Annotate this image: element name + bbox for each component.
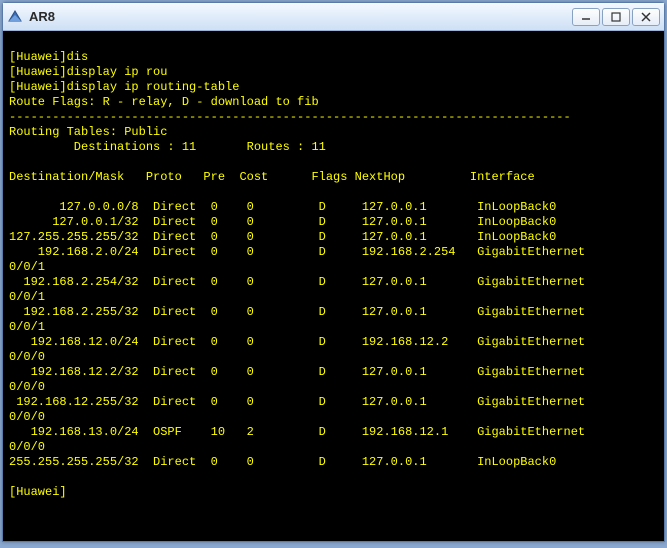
app-icon [7, 9, 23, 25]
app-window: AR8 [Huawei]dis [Huawei]display ip rou [… [2, 2, 665, 542]
maximize-button[interactable] [602, 8, 630, 26]
close-button[interactable] [632, 8, 660, 26]
close-icon [641, 12, 651, 22]
window-controls [572, 8, 660, 26]
window-title: AR8 [29, 9, 572, 24]
terminal-output[interactable]: [Huawei]dis [Huawei]display ip rou [Huaw… [3, 31, 664, 541]
maximize-icon [611, 12, 621, 22]
titlebar[interactable]: AR8 [3, 3, 664, 31]
minimize-icon [581, 12, 591, 22]
minimize-button[interactable] [572, 8, 600, 26]
